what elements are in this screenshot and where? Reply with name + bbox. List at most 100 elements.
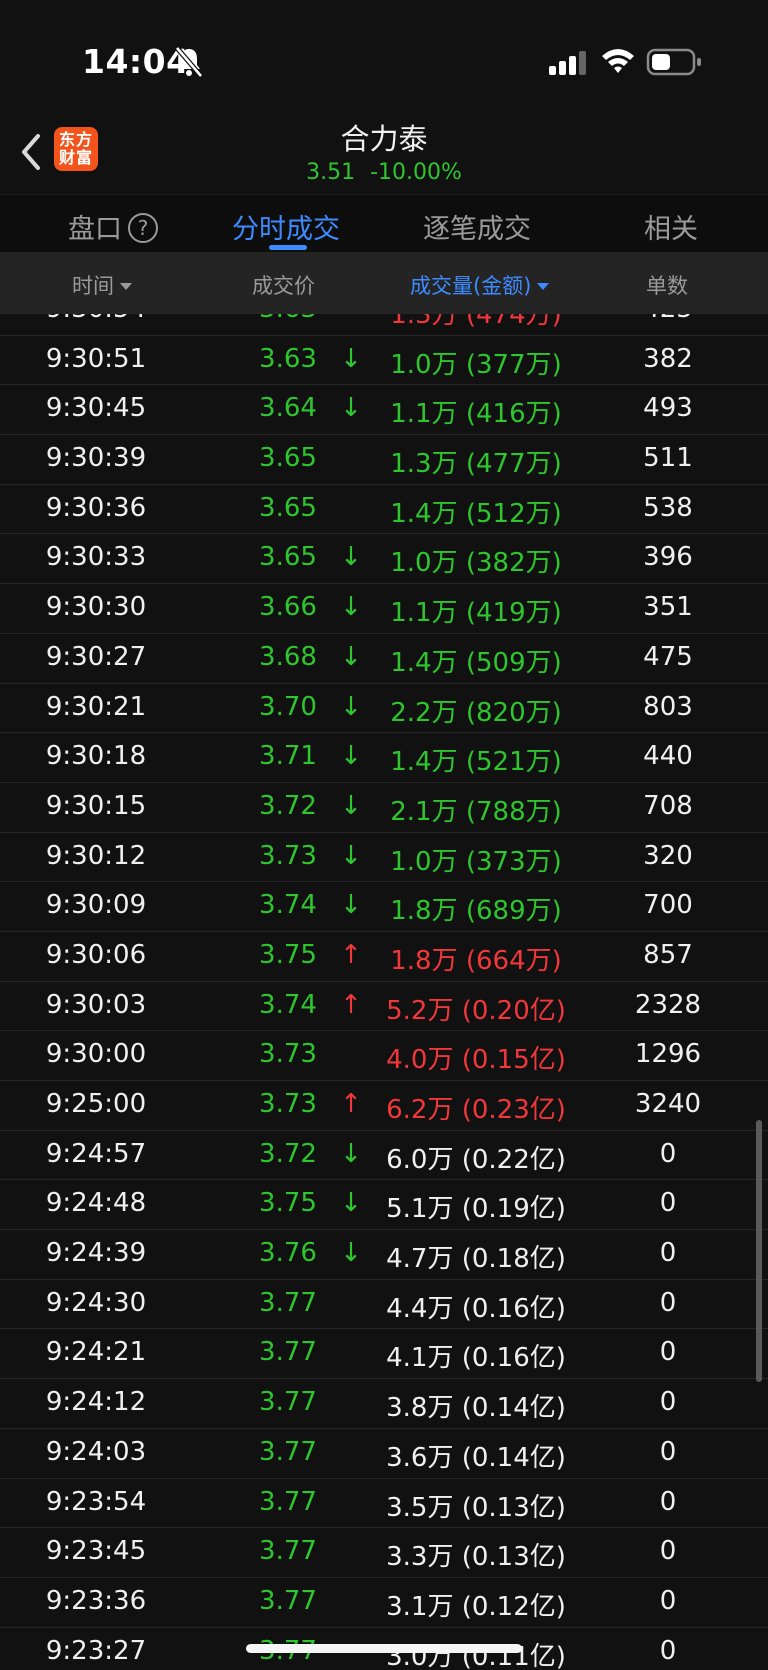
trade-count: 511: [643, 443, 693, 474]
trade-row: 9:25:00 3.73 ↑ 6.2万 (0.23亿) 3240: [0, 1081, 768, 1131]
trade-volume: 1.0万 (382万): [390, 548, 562, 579]
trade-row: 9:30:45 3.64 ↓ 1.1万 (416万) 493: [0, 385, 768, 436]
trade-time: 9:30:09: [45, 890, 147, 921]
trade-volume: 1.4万 (521万): [390, 747, 562, 778]
trade-count: 382: [643, 343, 693, 374]
trade-row: 9:23:45 3.77 3.3万 (0.13亿) 0: [0, 1528, 768, 1578]
trade-time: 9:30:33: [45, 542, 147, 573]
trade-count: 0: [659, 1585, 677, 1616]
trade-row: 9:30:21 3.70 ↓ 2.2万 (820万) 803: [0, 684, 768, 734]
trade-time: 9:23:27: [45, 1635, 147, 1666]
trade-time: 9:30:27: [45, 641, 147, 672]
trade-row: 9:30:18 3.71 ↓ 1.4万 (521万) 440: [0, 733, 768, 783]
trade-price: 3.77: [259, 1387, 317, 1418]
trade-volume: 1.1万 (416万): [390, 399, 562, 430]
tab-tick-trades[interactable]: 逐笔成交: [423, 207, 531, 247]
trade-volume: 1.3万 (477万): [390, 449, 562, 480]
trade-list[interactable]: 9:30:543.631.3万 (474万)4259:30:513.63↓1.0…: [0, 314, 768, 1670]
trade-count: 320: [643, 840, 693, 871]
trade-row: 9:30:54 3.63 1.3万 (474万) 425: [0, 314, 768, 336]
trade-count: 0: [659, 1238, 677, 1269]
tab-order-book[interactable]: 盘口?: [68, 207, 158, 247]
trade-time: 9:30:45: [45, 393, 147, 424]
trade-time: 9:23:36: [45, 1585, 147, 1616]
trade-volume: 6.0万 (0.22亿): [386, 1144, 566, 1175]
trade-count: 3240: [634, 1089, 702, 1119]
trade-time: 9:30:06: [45, 939, 147, 970]
trade-time: 9:24:57: [45, 1138, 147, 1169]
trade-volume: 1.3万 (474万): [390, 314, 562, 330]
column-header: 时间 成交价 成交量(金额) 单数: [0, 252, 768, 314]
trade-count: 803: [643, 691, 693, 722]
trade-count: 425: [610, 314, 726, 324]
trade-time: 9:30:51: [45, 343, 147, 374]
trade-count: 0: [659, 1536, 677, 1567]
tab-order-book-label: 盘口: [68, 214, 122, 245]
trade-price: 3.77: [259, 1585, 317, 1616]
trade-row: 9:30:51 3.63 ↓ 1.0万 (377万) 382: [0, 336, 768, 386]
cellular-signal-icon: [549, 51, 586, 75]
stock-price: 3.51: [306, 160, 356, 185]
trade-row: 9:23:54 3.77 3.5万 (0.13亿) 0: [0, 1479, 768, 1529]
trade-time: 9:25:00: [45, 1089, 147, 1119]
trade-count: 0: [659, 1188, 677, 1219]
trade-row: 9:30:06 3.75 ↑ 1.8万 (664万) 857: [0, 932, 768, 982]
stock-header: 东方 财富 合力泰 3.51 -10.00%: [0, 110, 768, 194]
trade-volume: 3.1万 (0.12亿): [386, 1591, 566, 1622]
trade-price: 3.77: [259, 1337, 317, 1368]
trade-count: 1296: [634, 1039, 702, 1070]
tab-related[interactable]: 相关: [644, 207, 698, 247]
home-indicator[interactable]: [246, 1644, 522, 1653]
sort-caret-icon: [537, 283, 550, 290]
stock-change-pct: -10.00%: [370, 160, 462, 185]
column-price: 成交价: [252, 274, 315, 298]
trade-price: 3.77: [259, 1486, 317, 1517]
trade-time: 9:30:15: [45, 790, 147, 821]
trade-volume: 1.4万 (512万): [390, 498, 562, 529]
trade-time: 9:30:18: [45, 741, 147, 772]
trade-row: 9:30:30 3.66 ↓ 1.1万 (419万) 351: [0, 584, 768, 634]
trade-count: 0: [659, 1287, 677, 1318]
trade-count: 700: [643, 890, 693, 921]
trade-time: 9:24:39: [45, 1238, 147, 1269]
trade-count: 708: [643, 790, 693, 821]
trade-count: 2328: [634, 989, 702, 1020]
tab-minute-trades[interactable]: 分时成交: [232, 207, 340, 247]
trade-time: 9:24:12: [45, 1387, 147, 1418]
help-icon[interactable]: ?: [128, 213, 158, 243]
trade-row: 9:30:00 3.73 4.0万 (0.15亿) 1296: [0, 1031, 768, 1081]
trade-list-inner: 9:30:543.631.3万 (474万)4259:30:513.63↓1.0…: [0, 314, 768, 1670]
trade-row: 9:24:30 3.77 4.4万 (0.16亿) 0: [0, 1280, 768, 1330]
trade-row: 9:30:39 3.65 1.3万 (477万) 511: [0, 435, 768, 485]
trade-volume: 1.0万 (377万): [390, 349, 562, 380]
trade-volume: 3.5万 (0.13亿): [386, 1492, 566, 1523]
trade-volume: 1.8万 (689万): [390, 896, 562, 927]
trade-row: 9:30:27 3.68 ↓ 1.4万 (509万) 475: [0, 634, 768, 684]
trade-volume: 1.8万 (664万): [390, 945, 562, 976]
scrollbar[interactable]: [756, 1120, 762, 1382]
trade-count: 351: [643, 592, 693, 623]
trade-count: 538: [643, 492, 693, 523]
trade-row: 9:30:36 3.65 1.4万 (512万) 538: [0, 485, 768, 535]
trade-count: 0: [659, 1436, 677, 1467]
trade-row: 9:24:39 3.76 ↓ 4.7万 (0.18亿) 0: [0, 1230, 768, 1280]
trade-volume: 4.0万 (0.15亿): [386, 1045, 566, 1076]
trade-price: 3.63: [218, 314, 358, 324]
trade-row: 9:24:48 3.75 ↓ 5.1万 (0.19亿) 0: [0, 1180, 768, 1231]
battery-icon: [646, 48, 701, 76]
column-time[interactable]: 时间: [72, 270, 132, 300]
trade-count: 0: [659, 1486, 677, 1517]
trade-price: 3.77: [259, 1536, 317, 1567]
column-volume[interactable]: 成交量(金额): [410, 270, 550, 300]
trade-price: 3.77: [259, 1287, 317, 1318]
trade-count: 475: [643, 641, 693, 672]
sort-caret-icon: [120, 283, 132, 290]
trade-time: 9:30:30: [45, 592, 147, 623]
trade-count: 0: [659, 1337, 677, 1368]
trade-price: 3.73: [259, 1039, 317, 1070]
trade-count: 493: [643, 393, 693, 424]
trade-volume: 1.4万 (509万): [390, 647, 562, 678]
trade-count: 0: [659, 1138, 677, 1169]
trade-volume: 2.1万 (788万): [390, 796, 562, 827]
trade-time: 9:30:12: [45, 840, 147, 871]
